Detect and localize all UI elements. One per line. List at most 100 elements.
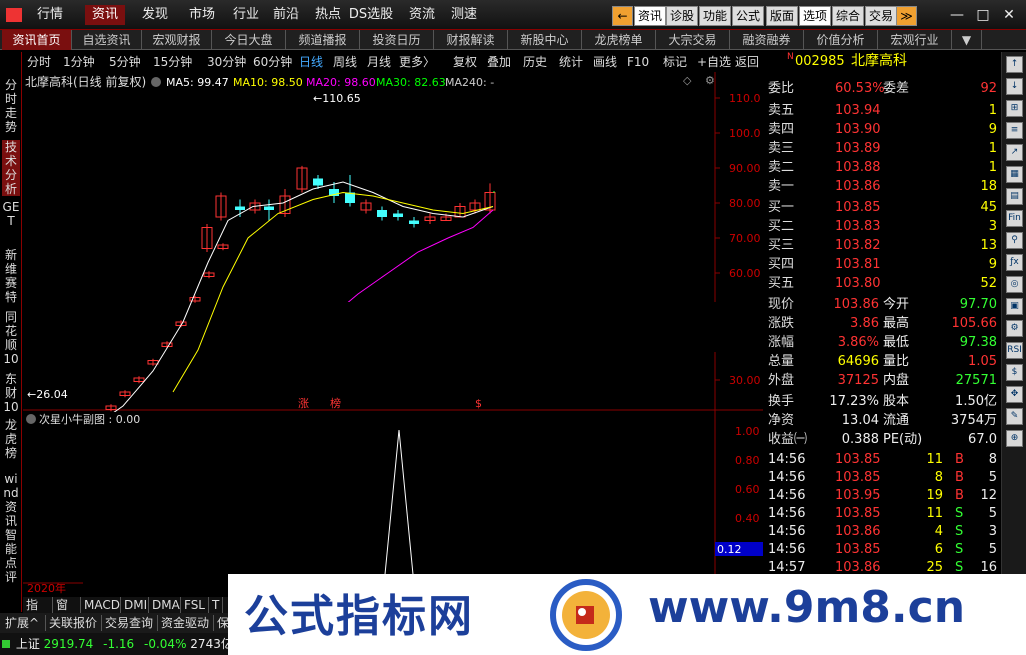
chart-tool-2[interactable]: 叠加 (487, 54, 511, 70)
indicator-tab-3[interactable]: MACD (81, 597, 121, 613)
toolbar-button-2[interactable]: 资讯 (634, 6, 666, 26)
status-tab-2[interactable]: 关联报价 (46, 615, 102, 631)
side-icon-8[interactable]: Fin (1006, 210, 1023, 227)
left-tab-6[interactable]: 东财10 (2, 372, 20, 414)
left-tab-2[interactable]: 技术分析 (2, 140, 20, 196)
status-tab-4[interactable]: 资金驱动 (158, 615, 214, 631)
tab-1[interactable]: 资讯首页 (2, 30, 72, 50)
side-icon-17[interactable]: ✎ (1006, 408, 1023, 425)
toolbar-button-3[interactable]: 诊股 (666, 6, 698, 26)
indicator-tab-2[interactable]: 窗口 (53, 597, 81, 628)
left-tab-7[interactable]: 龙虎榜 (2, 418, 20, 466)
tab-10[interactable]: 大宗交易 (656, 30, 730, 50)
toolbar-button-1[interactable]: ← (612, 6, 633, 26)
kline-chart[interactable]: 北摩高科(日线 前复权) MA5: 99.47 MA10: 98.50 MA20: 9… (23, 72, 763, 466)
period-6[interactable]: 60分钟 (253, 54, 292, 70)
bid-price: 103.80 (835, 276, 881, 291)
menu-4[interactable]: 市场 (182, 5, 222, 25)
stat-value-2: 1.50亿 (955, 394, 997, 409)
side-icon-6[interactable]: ▦ (1006, 166, 1023, 183)
period-2[interactable]: 1分钟 (63, 54, 95, 70)
menu-1[interactable]: 行情 (30, 5, 70, 25)
tab-7[interactable]: 财报解读 (434, 30, 508, 50)
side-icon-3[interactable]: ⊞ (1006, 100, 1023, 117)
status-tab-3[interactable]: 交易查询 (102, 615, 158, 631)
tab-9[interactable]: 龙虎榜单 (582, 30, 656, 50)
chart-tool-1[interactable]: 复权 (453, 54, 477, 70)
period-7[interactable]: 日线 (299, 54, 323, 70)
tab-6[interactable]: 投资日历 (360, 30, 434, 50)
toolbar-button-8[interactable]: 综合 (832, 6, 864, 26)
sub-indicator-chart[interactable]: 次星小牛副图 : 0.001.000.800.600.400.200.12202… (23, 410, 763, 596)
period-1[interactable]: 分时 (27, 54, 51, 70)
tab-14[interactable]: ▼ (952, 30, 982, 50)
chart-tool-7[interactable]: 标记 (663, 54, 687, 70)
left-tab-1[interactable]: 分时走势 (2, 78, 20, 134)
close-icon[interactable]: ✕ (998, 4, 1020, 26)
indicator-tab-5[interactable]: DMA (149, 597, 181, 613)
menu-3[interactable]: 发现 (135, 5, 175, 25)
chart-tool-5[interactable]: 画线 (593, 54, 617, 70)
tab-3[interactable]: 宏观财报 (142, 30, 212, 50)
toolbar-button-6[interactable]: 版面 (766, 6, 798, 26)
indicator-tab-7[interactable]: T (209, 597, 223, 613)
chart-tool-6[interactable]: F10 (627, 54, 649, 70)
tab-12[interactable]: 价值分析 (804, 30, 878, 50)
indicator-tab-6[interactable]: FSL (181, 597, 209, 613)
side-icon-1[interactable]: ↑ (1006, 56, 1023, 73)
toolbar-button-10[interactable]: ≫ (896, 6, 917, 26)
toolbar-button-4[interactable]: 功能 (699, 6, 731, 26)
chart-tool-8[interactable]: +自选 (697, 54, 731, 70)
side-icon-10[interactable]: ƒx (1006, 254, 1023, 271)
left-tab-3[interactable]: GET (2, 200, 20, 242)
side-icon-2[interactable]: ↓ (1006, 78, 1023, 95)
chart-tool-4[interactable]: 统计 (559, 54, 583, 70)
chart-tool-9[interactable]: 返回 (735, 54, 759, 70)
left-tab-9[interactable]: 智能点评 (2, 528, 20, 584)
period-8[interactable]: 周线 (333, 54, 357, 70)
left-tab-8[interactable]: wind资讯 (2, 472, 20, 528)
maximize-icon[interactable]: □ (972, 4, 994, 26)
side-icon-14[interactable]: RSI (1006, 342, 1023, 359)
period-10[interactable]: 更多〉 (399, 54, 435, 70)
left-tab-4[interactable]: 新维赛特 (2, 248, 20, 304)
indicator-tab-4[interactable]: DMI (121, 597, 149, 613)
left-tab-5[interactable]: 同花顺10 (2, 310, 20, 366)
side-icon-15[interactable]: $ (1006, 364, 1023, 381)
side-icon-5[interactable]: ↗ (1006, 144, 1023, 161)
menu-6[interactable]: 前沿 (266, 5, 306, 25)
side-icon-11[interactable]: ◎ (1006, 276, 1023, 293)
side-icon-18[interactable]: ⊕ (1006, 430, 1023, 447)
side-icon-7[interactable]: ▤ (1006, 188, 1023, 205)
menu-7[interactable]: 热点 (308, 5, 348, 25)
side-icon-9[interactable]: ⚲ (1006, 232, 1023, 249)
tab-4[interactable]: 今日大盘 (212, 30, 286, 50)
menu-9[interactable]: 资流 (402, 5, 442, 25)
tab-5[interactable]: 频道播报 (286, 30, 360, 50)
minimize-icon[interactable]: — (946, 4, 968, 26)
status-tab-1[interactable]: 扩展^ (2, 615, 46, 631)
chart-marker: 榜 (330, 396, 341, 410)
toolbar-button-5[interactable]: 公式 (732, 6, 764, 26)
side-icon-12[interactable]: ▣ (1006, 298, 1023, 315)
side-icon-4[interactable]: ≡ (1006, 122, 1023, 139)
period-5[interactable]: 30分钟 (207, 54, 246, 70)
period-4[interactable]: 15分钟 (153, 54, 192, 70)
side-icon-16[interactable]: ✥ (1006, 386, 1023, 403)
menu-5[interactable]: 行业 (226, 5, 266, 25)
tab-11[interactable]: 融资融券 (730, 30, 804, 50)
toolbar-button-7[interactable]: 选项 (799, 6, 831, 26)
chart-tool-3[interactable]: 历史 (523, 54, 547, 70)
indicator-tab-1[interactable]: 指标 (23, 597, 53, 628)
menu-10[interactable]: 测速 (444, 5, 484, 25)
menu-8[interactable]: DS选股 (348, 5, 394, 25)
tab-2[interactable]: 自选资讯 (72, 30, 142, 50)
side-icon-13[interactable]: ⚙ (1006, 320, 1023, 337)
tab-13[interactable]: 宏观行业 (878, 30, 952, 50)
toolbar-button-9[interactable]: 交易 (865, 6, 897, 26)
period-3[interactable]: 5分钟 (109, 54, 141, 70)
index-ticker[interactable]: 上证 2919.74 -1.16 -0.04% 2743亿 (2, 635, 233, 653)
period-9[interactable]: 月线 (367, 54, 391, 70)
tab-8[interactable]: 新股中心 (508, 30, 582, 50)
menu-2[interactable]: 资讯 (85, 5, 125, 25)
